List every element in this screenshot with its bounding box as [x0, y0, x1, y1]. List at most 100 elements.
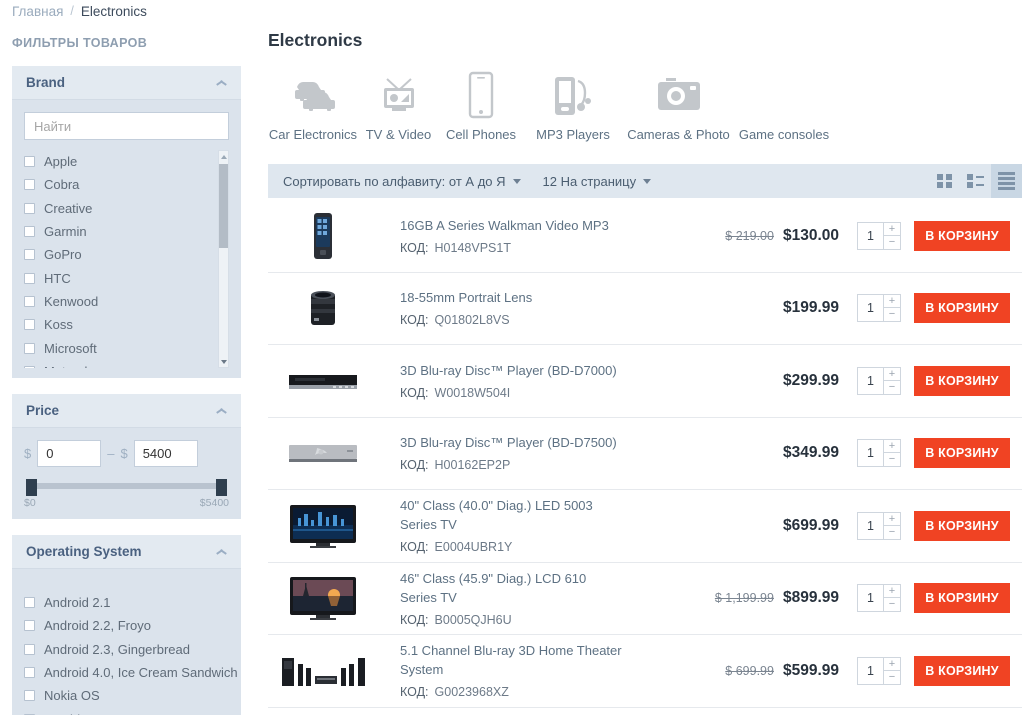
brand-filter-checkbox[interactable] [24, 156, 35, 168]
chevron-up-icon[interactable] [216, 548, 227, 555]
brand-filter-row[interactable]: HTC [24, 266, 213, 289]
quantity-increase-button[interactable]: + [884, 366, 901, 381]
quantity-increase-button[interactable]: + [884, 221, 901, 236]
scrollbar-thumb[interactable] [219, 164, 228, 248]
product-thumbnail[interactable] [268, 285, 378, 331]
sort-dropdown[interactable]: Сортировать по алфавиту: от А до Я [283, 174, 521, 189]
price-max-input[interactable] [133, 440, 198, 467]
os-filter-checkbox[interactable] [24, 643, 35, 655]
brand-filter-row[interactable]: Creative [24, 197, 213, 220]
brand-list-scrollbar[interactable] [218, 150, 229, 368]
brand-filter-checkbox[interactable] [24, 319, 35, 331]
category-car-electronics[interactable]: Car Electronics [268, 69, 358, 142]
quantity-input[interactable] [857, 584, 884, 613]
category-game-consoles[interactable]: Game consoles [734, 69, 834, 142]
brand-filter-checkbox[interactable] [24, 249, 35, 261]
os-filter-row[interactable]: Nokia OS [24, 684, 229, 707]
quantity-increase-button[interactable]: + [884, 656, 901, 671]
add-to-cart-button[interactable]: В КОРЗИНУ [914, 293, 1010, 324]
quantity-increase-button[interactable]: + [884, 584, 901, 599]
brand-filter-checkbox[interactable] [24, 365, 35, 368]
brand-filter-row[interactable]: Motorola [24, 360, 213, 368]
quantity-increase-button[interactable]: + [884, 294, 901, 309]
product-name-link[interactable]: 3D Blu-ray Disc™ Player (BD-D7500) [400, 434, 624, 453]
os-panel-header[interactable]: Operating System [12, 535, 241, 569]
slider-handle-max[interactable] [216, 479, 227, 496]
os-filter-checkbox[interactable] [24, 667, 35, 679]
product-name-link[interactable]: 46" Class (45.9" Diag.) LCD 610 Series T… [400, 570, 624, 608]
os-filter-checkbox[interactable] [24, 690, 35, 702]
add-to-cart-button[interactable]: В КОРЗИНУ [914, 220, 1010, 251]
category-cameras-photo[interactable]: Cameras & Photo [623, 69, 734, 142]
brand-filter-row[interactable]: Garmin [24, 220, 213, 243]
chevron-up-icon[interactable] [216, 407, 227, 414]
price-min-input[interactable] [37, 440, 102, 467]
category-mp3-players[interactable]: MP3 Players [523, 69, 623, 142]
category-tv-video[interactable]: TV & Video [358, 69, 439, 142]
product-name-link[interactable]: 5.1 Channel Blu-ray 3D Home Theater Syst… [400, 642, 624, 680]
product-name-link[interactable]: 16GB A Series Walkman Video MP3 [400, 217, 624, 236]
brand-filter-row[interactable]: Koss [24, 313, 213, 336]
brand-filter-checkbox[interactable] [24, 179, 35, 191]
breadcrumb-home-link[interactable]: Главная [12, 4, 63, 19]
price-range-slider[interactable] [26, 479, 227, 496]
quantity-input[interactable] [857, 439, 884, 468]
brand-panel-header[interactable]: Brand [12, 66, 241, 100]
category-cell-phones[interactable]: Cell Phones [439, 69, 523, 142]
quantity-decrease-button[interactable]: − [884, 308, 901, 323]
brand-filter-checkbox[interactable] [24, 226, 35, 238]
os-filter-row[interactable]: Android 2.1 [24, 591, 229, 614]
view-mode-grid-button[interactable] [929, 164, 960, 198]
quantity-input[interactable] [857, 221, 884, 250]
add-to-cart-button[interactable]: В КОРЗИНУ [914, 583, 1010, 614]
product-thumbnail[interactable] [268, 654, 378, 688]
product-thumbnail[interactable] [268, 503, 378, 549]
scroll-up-arrow-icon[interactable] [219, 151, 228, 162]
product-name-link[interactable]: 40" Class (40.0" Diag.) LED 5003 Series … [400, 497, 624, 535]
product-thumbnail[interactable] [268, 575, 378, 621]
brand-filter-checkbox[interactable] [24, 202, 35, 214]
per-page-dropdown[interactable]: 12 На страницу [543, 174, 652, 189]
brand-filter-checkbox[interactable] [24, 295, 35, 307]
add-to-cart-button[interactable]: В КОРЗИНУ [914, 510, 1010, 541]
quantity-decrease-button[interactable]: − [884, 670, 901, 685]
chevron-up-icon[interactable] [216, 79, 227, 86]
brand-filter-row[interactable]: Microsoft [24, 336, 213, 359]
product-name-link[interactable]: 18-55mm Portrait Lens [400, 289, 624, 308]
quantity-decrease-button[interactable]: − [884, 235, 901, 250]
os-filter-checkbox[interactable] [24, 620, 35, 632]
quantity-increase-button[interactable]: + [884, 511, 901, 526]
quantity-decrease-button[interactable]: − [884, 453, 901, 468]
product-thumbnail[interactable] [268, 367, 378, 395]
quantity-input[interactable] [857, 294, 884, 323]
quantity-input[interactable] [857, 366, 884, 395]
brand-filter-row[interactable]: Kenwood [24, 290, 213, 313]
quantity-decrease-button[interactable]: − [884, 380, 901, 395]
product-name-link[interactable]: 3D Blu-ray Disc™ Player (BD-D7000) [400, 362, 624, 381]
os-filter-row[interactable]: Android 2.3, Gingerbread [24, 638, 229, 661]
quantity-decrease-button[interactable]: − [884, 525, 901, 540]
scroll-down-arrow-icon[interactable] [219, 356, 228, 367]
os-filter-checkbox[interactable] [24, 597, 35, 609]
brand-filter-row[interactable]: Apple [24, 150, 213, 173]
slider-handle-min[interactable] [26, 479, 37, 496]
view-mode-list-detail-button[interactable] [960, 164, 991, 198]
brand-search-input[interactable] [24, 112, 229, 140]
brand-filter-checkbox[interactable] [24, 272, 35, 284]
add-to-cart-button[interactable]: В КОРЗИНУ [914, 655, 1010, 686]
os-filter-row[interactable]: Android 2.2, Froyo [24, 614, 229, 637]
brand-filter-row[interactable]: Cobra [24, 173, 213, 196]
price-panel-header[interactable]: Price [12, 394, 241, 428]
product-thumbnail[interactable] [268, 211, 378, 261]
os-filter-row[interactable]: Android 4.0, Ice Cream Sandwich [24, 661, 238, 684]
brand-filter-checkbox[interactable] [24, 342, 35, 354]
brand-filter-row[interactable]: GoPro [24, 243, 213, 266]
add-to-cart-button[interactable]: В КОРЗИНУ [914, 365, 1010, 396]
quantity-input[interactable] [857, 511, 884, 540]
quantity-input[interactable] [857, 656, 884, 685]
add-to-cart-button[interactable]: В КОРЗИНУ [914, 438, 1010, 469]
product-thumbnail[interactable] [268, 439, 378, 467]
quantity-increase-button[interactable]: + [884, 439, 901, 454]
os-filter-row[interactable]: Symbian OS [24, 707, 229, 715]
view-mode-list-button[interactable] [991, 164, 1022, 198]
